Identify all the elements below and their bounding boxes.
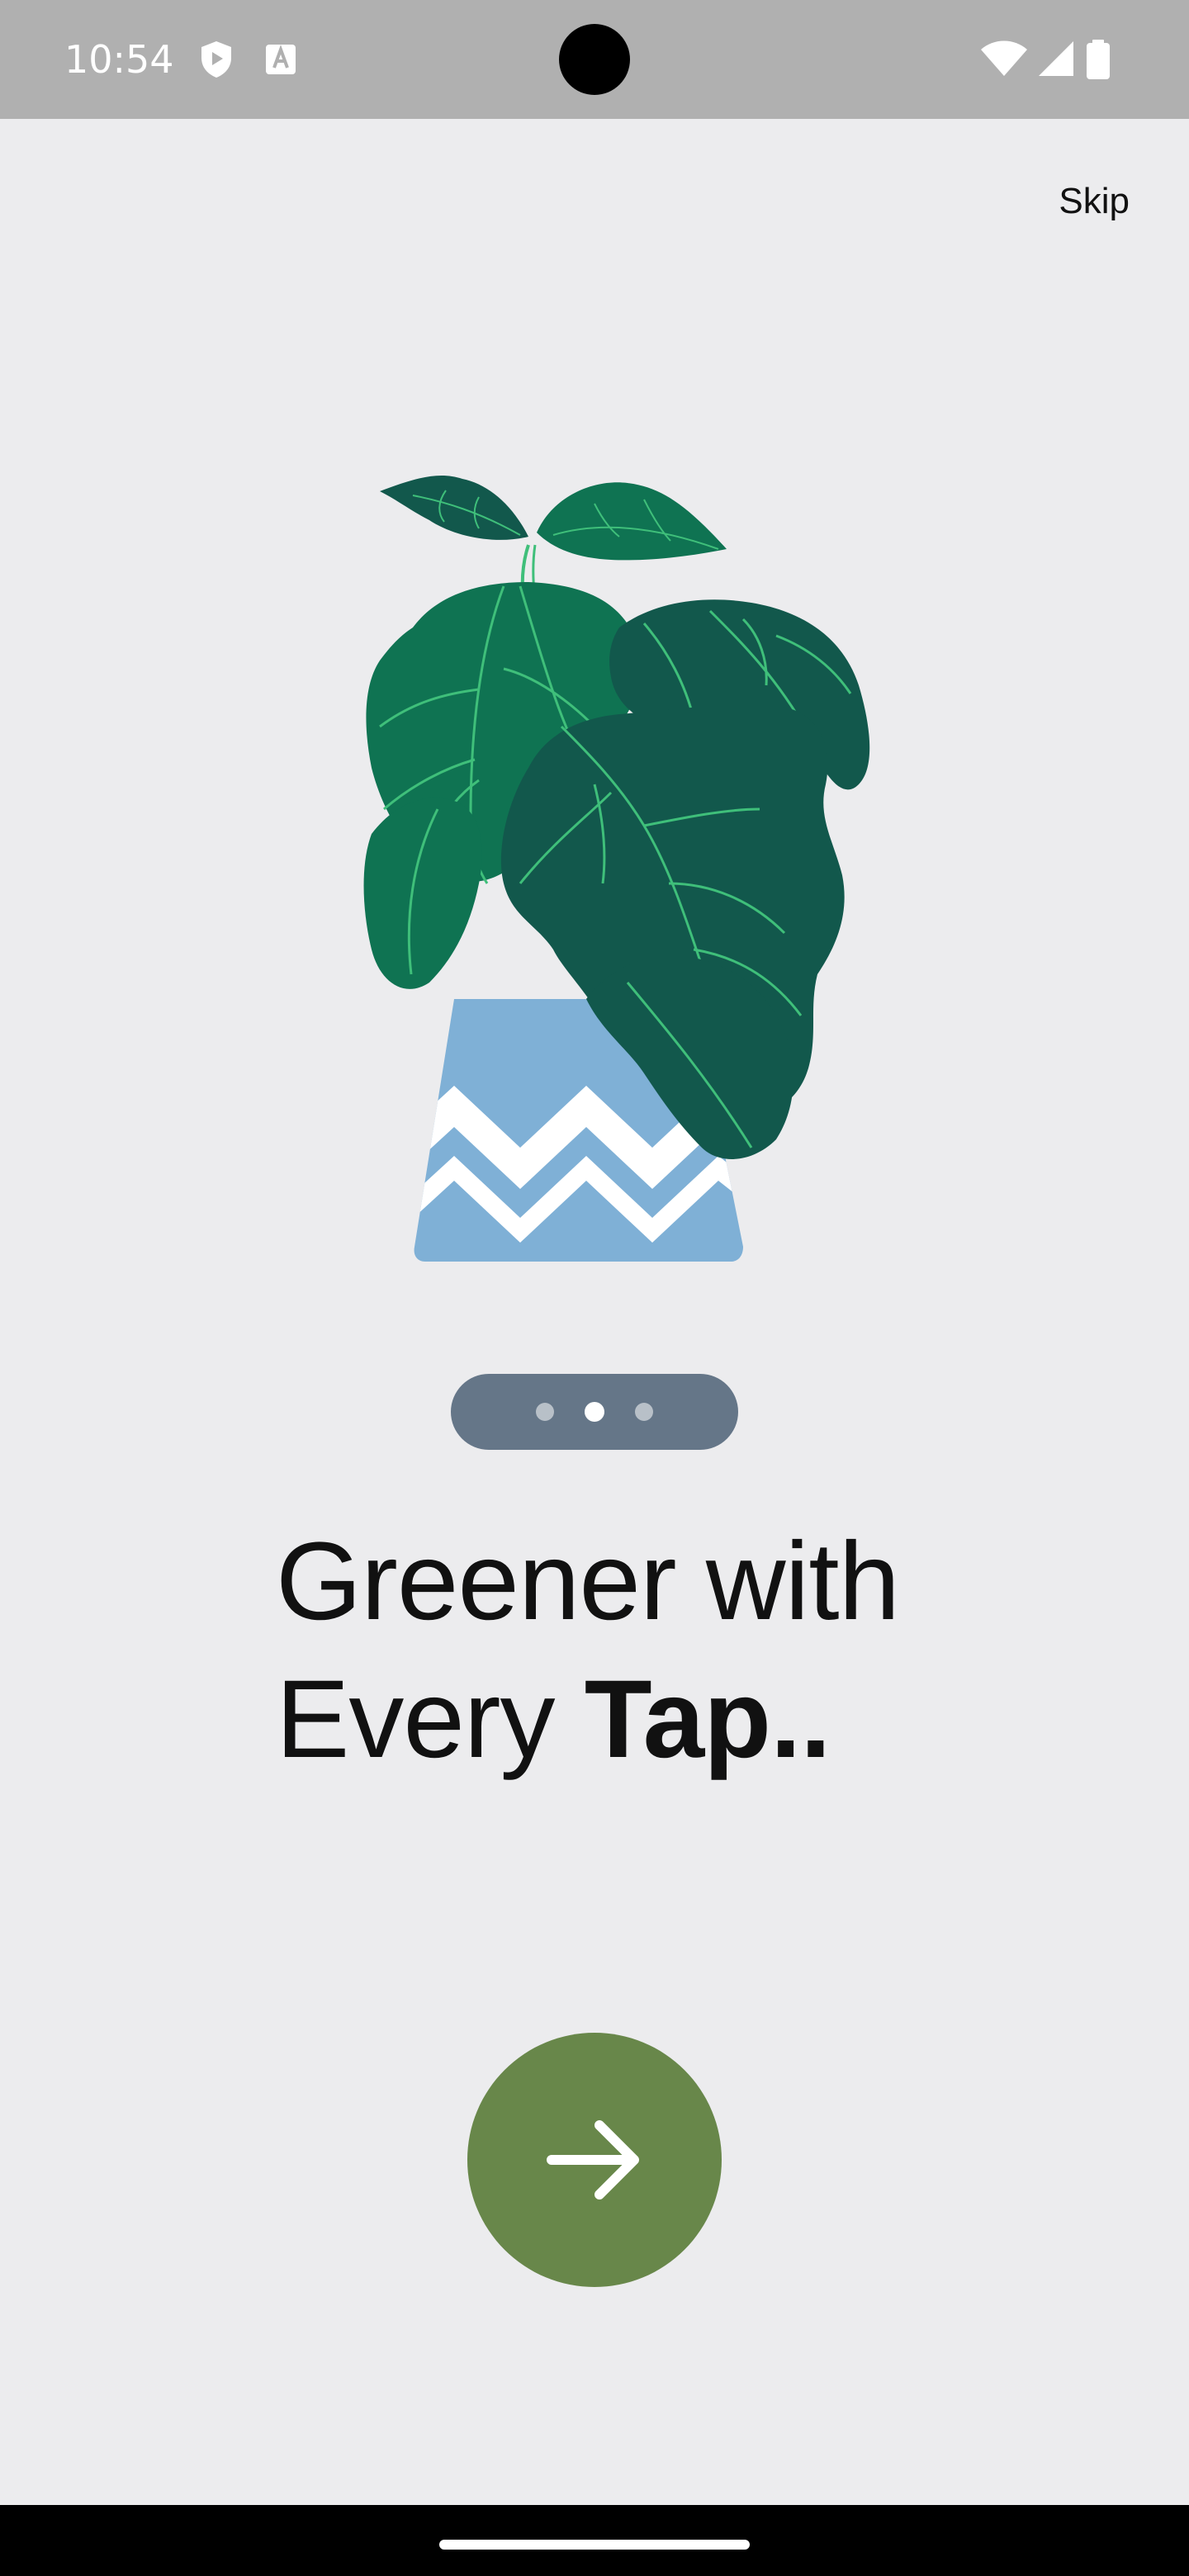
headline-line-1: Greener with (276, 1520, 900, 1643)
page-indicator (451, 1374, 738, 1450)
wifi-icon (981, 40, 1027, 76)
a-box-icon (266, 45, 296, 74)
battery-icon (1087, 40, 1110, 79)
next-button[interactable] (467, 2033, 722, 2287)
arrow-right-icon (547, 2120, 639, 2200)
plant-illustration (363, 475, 870, 1262)
headline-line-2-bold: Tap.. (584, 1658, 831, 1781)
home-gesture-handle[interactable] (439, 2540, 750, 2550)
headline-line-2-light: Every (276, 1658, 585, 1781)
camera-cutout (559, 24, 630, 95)
cellular-signal-icon (1039, 41, 1073, 76)
page-dot-1[interactable] (536, 1403, 554, 1421)
skip-button[interactable]: Skip (1054, 172, 1135, 231)
play-shield-icon (201, 41, 231, 78)
page-dot-3[interactable] (635, 1403, 653, 1421)
onboarding-headline: Greener with Every Tap.. (276, 1513, 1019, 1788)
status-bar: 10:54 (0, 0, 1189, 119)
page-dot-2-active[interactable] (585, 1402, 604, 1422)
onboarding-screen: 10:54 Skip Greener with Every Tap.. (0, 0, 1189, 2576)
status-time: 10:54 (64, 37, 174, 82)
